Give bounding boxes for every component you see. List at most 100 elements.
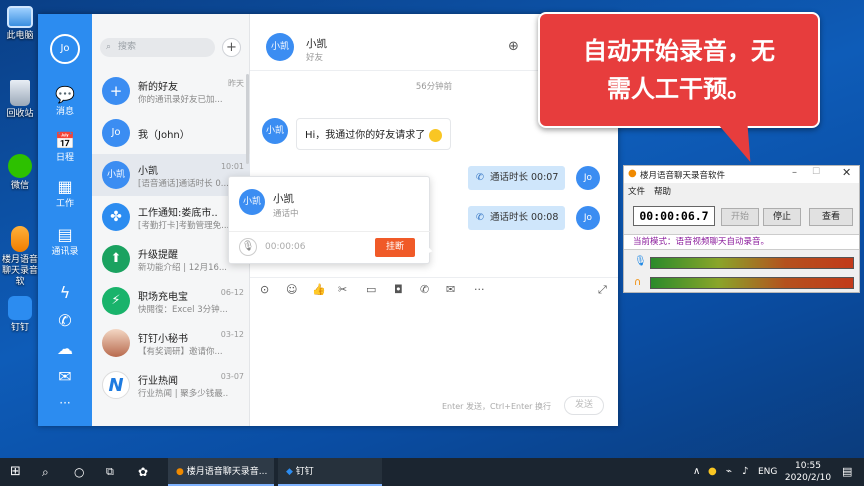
list-scrollbar[interactable] [246, 74, 249, 164]
contact-avatar[interactable]: 小凯 [266, 33, 294, 61]
phone-icon: ✆ [58, 311, 72, 330]
user-avatar[interactable]: Jo [50, 34, 80, 64]
task-view-icon[interactable]: ⧉ [106, 458, 114, 486]
upgrade-icon: ⬆ [102, 245, 130, 273]
contact-status: 好友 [306, 53, 324, 63]
nav-item-messages[interactable]: 💬 消息 [38, 86, 92, 118]
microphone-icon: 🎙 [634, 256, 647, 267]
callout-tail [719, 126, 765, 162]
nav-rail: Jo 💬 消息 📅 日程 ▦ 工作 ▤ 通讯录 ϟ ✆ ☁ ✉ ··· [38, 14, 92, 426]
speaker-level-meter [650, 277, 854, 289]
charger-icon: ⚡ [102, 287, 130, 315]
windows-start-icon[interactable]: ⊞ [10, 458, 21, 486]
expand-icon[interactable]: ⤢ [598, 283, 607, 297]
search-icon[interactable]: ⌕ [42, 458, 49, 486]
desktop-icon-dingtalk[interactable]: 钉钉 [0, 296, 40, 334]
elapsed-time: 00:00:06.7 [633, 206, 715, 226]
desktop-icon-recycle-bin[interactable]: 回收站 [0, 80, 40, 120]
list-item[interactable]: N 行业热闻 行业热闻 | 聚多少钱最... 03-07 [92, 364, 250, 406]
app-icon[interactable]: ✿ [138, 458, 148, 486]
dingtalk-icon: ◆ [286, 467, 293, 477]
menu-file[interactable]: 文件 [628, 185, 645, 197]
microphone-app-icon: ● [628, 168, 637, 179]
call-record-bubble[interactable]: ✆ 通话时长 00:08 [468, 206, 566, 230]
call-timer: 00:00:06 [265, 242, 306, 252]
mode-status: 当前模式：语音视频聊天自动录音。 [624, 234, 859, 250]
desktop-icon-recorder[interactable]: 楼月语音聊天录音软 [0, 226, 40, 288]
network-icon[interactable]: ⌁ [726, 458, 732, 486]
emoji-icon[interactable]: ☺ [286, 283, 297, 296]
tray-app-icon[interactable]: ● [708, 458, 717, 486]
avatar: 小凯 [102, 161, 130, 189]
list-item[interactable]: 钉钉小秘书 【有奖调研】邀请你... 03-12 [92, 322, 250, 364]
view-button[interactable]: 查看 [809, 208, 853, 226]
computer-icon [7, 6, 33, 28]
folder-icon[interactable]: ▭ [366, 283, 376, 296]
nav-more[interactable]: ··· [38, 396, 92, 410]
minimize-icon[interactable]: – [792, 167, 797, 178]
annotation-callout: 自动开始录音，无 需人工干预。 [538, 12, 820, 162]
message-bubble: Hi，我通过你的好友请求了 [296, 118, 451, 150]
phone-icon[interactable]: ✆ [420, 283, 429, 296]
menu-help[interactable]: 帮助 [654, 185, 671, 197]
wechat-icon [8, 154, 32, 178]
microphone-app-icon: ● [176, 467, 184, 477]
call-record-bubble[interactable]: ✆ 通话时长 00:07 [468, 166, 566, 190]
taskbar-dingtalk[interactable]: ◆ 钉钉 [278, 458, 382, 486]
list-item[interactable]: ⚡ 职场充电宝 快閱復：Excel 3分钟... 06-12 [92, 280, 250, 322]
start-button[interactable]: 开始 [721, 208, 759, 226]
nav-mail[interactable]: ✉ [38, 368, 92, 386]
nav-item-contacts[interactable]: ▤ 通讯录 [38, 226, 92, 258]
search-icon: ⌕ [106, 42, 112, 52]
contact-name: 小凯 [306, 38, 327, 50]
nav-item-calendar[interactable]: 📅 日程 [38, 132, 92, 164]
hangup-button[interactable]: 挂断 [375, 238, 415, 257]
phone-call-icon: ✆ [476, 212, 484, 223]
nav-lightning[interactable]: ϟ [38, 284, 92, 302]
gif-icon[interactable]: ⊙ [260, 283, 269, 296]
recorder-titlebar: ● 楼月语音聊天录音软件 – ☐ ✕ [624, 166, 859, 183]
language-indicator[interactable]: ENG [758, 458, 777, 486]
tray-chevron-icon[interactable]: ∧ [693, 458, 700, 486]
notification-icon[interactable]: ▤ [842, 458, 852, 486]
close-icon[interactable]: ✕ [842, 166, 851, 179]
desktop-icon-wechat[interactable]: 微信 [0, 154, 40, 192]
scissors-icon[interactable]: ✂ [338, 283, 347, 296]
caller-avatar: 小凯 [239, 189, 265, 215]
nav-item-work[interactable]: ▦ 工作 [38, 178, 92, 210]
list-item[interactable]: + 新的好友 你的通讯录好友已加... 昨天 [92, 70, 250, 112]
add-button[interactable]: + [222, 38, 241, 57]
add-contact-icon[interactable]: ⊕ [508, 39, 519, 54]
clock[interactable]: 10:55 2020/2/10 [784, 458, 832, 486]
send-button[interactable]: 发送 [564, 396, 604, 415]
avatar: N [102, 371, 130, 399]
call-status: 通话中 [273, 209, 299, 219]
thumbs-up-icon[interactable]: 👍 [312, 283, 326, 296]
list-item[interactable]: 小凯 小凯 [语音通话]通话时长 0... 10:01 [92, 154, 250, 196]
nav-phone[interactable]: ✆ [38, 312, 92, 330]
desktop-icon-computer[interactable]: 此电脑 [0, 6, 40, 42]
cortana-icon[interactable]: ○ [74, 458, 84, 486]
composer-toolbar: ⊙ ☺ 👍 ✂ ▭ ◘ ✆ ✉ ··· ⤢ [250, 277, 618, 297]
caller-name: 小凯 [273, 193, 294, 205]
input-hint: Enter 发送，Ctrl+Enter 换行 [442, 402, 551, 411]
maximize-icon[interactable]: ☐ [812, 167, 820, 177]
work-notice-icon: ✤ [102, 203, 130, 231]
ding-icon[interactable]: ◘ [394, 283, 403, 296]
my-avatar: Jo [576, 206, 600, 230]
phone-call-icon: ✆ [476, 172, 484, 183]
conversation-list: ⌕ 搜索 + + 新的好友 你的通讯录好友已加... 昨天 Jo 我（John）… [92, 14, 250, 426]
nav-cloud[interactable]: ☁ [38, 340, 92, 358]
more-icon[interactable]: ··· [474, 283, 485, 296]
list-item[interactable]: ⬆ 升级提醒 新功能介绍 | 12月16... [92, 238, 250, 280]
volume-icon[interactable]: ♪ [742, 458, 748, 486]
search-input[interactable]: ⌕ 搜索 [100, 38, 215, 57]
microphone-icon[interactable]: 🎙 [239, 238, 257, 256]
taskbar-recorder[interactable]: ● 楼月语音聊天录音... [168, 458, 274, 486]
stop-button[interactable]: 停止 [763, 208, 801, 226]
list-item[interactable]: ✤ 工作通知:娄底市... [考勤打卡]考勤管理免... [92, 196, 250, 238]
avatar: + [102, 77, 130, 105]
my-avatar: Jo [576, 166, 600, 190]
list-item[interactable]: Jo 我（John） [92, 112, 250, 154]
mail-icon[interactable]: ✉ [446, 283, 455, 296]
